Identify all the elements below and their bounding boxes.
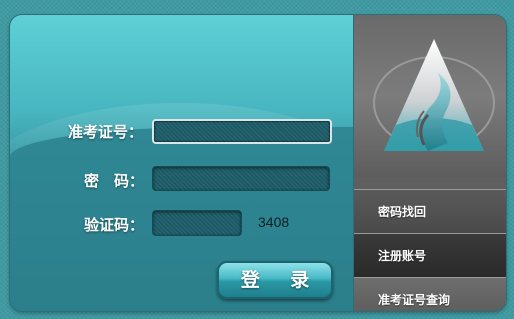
- captcha-label: 验证码：: [84, 216, 145, 234]
- exam-id-input[interactable]: [152, 119, 332, 144]
- menu-divider: [354, 177, 506, 189]
- menu-item-password-recovery[interactable]: 密码找回: [354, 189, 506, 233]
- captcha-code[interactable]: 3408: [258, 214, 289, 230]
- login-panel: 准考证号： 密 码： 验证码： 3408 登 录 密码找回 注册账号 准考证号查…: [10, 15, 506, 311]
- triangle-flame-logo-icon: [373, 39, 495, 151]
- logo-area: [354, 15, 506, 178]
- password-input[interactable]: [152, 166, 330, 191]
- side-menu: 密码找回 注册账号 准考证号查询: [353, 15, 506, 311]
- captcha-input[interactable]: [152, 210, 242, 236]
- menu-item-exam-id-query[interactable]: 准考证号查询: [354, 277, 506, 311]
- password-label: 密 码：: [84, 172, 145, 190]
- exam-id-label: 准考证号：: [68, 123, 144, 141]
- login-button[interactable]: 登 录: [217, 261, 333, 299]
- menu-item-register[interactable]: 注册账号: [354, 233, 506, 277]
- login-form-area: 准考证号： 密 码： 验证码： 3408 登 录: [10, 15, 390, 311]
